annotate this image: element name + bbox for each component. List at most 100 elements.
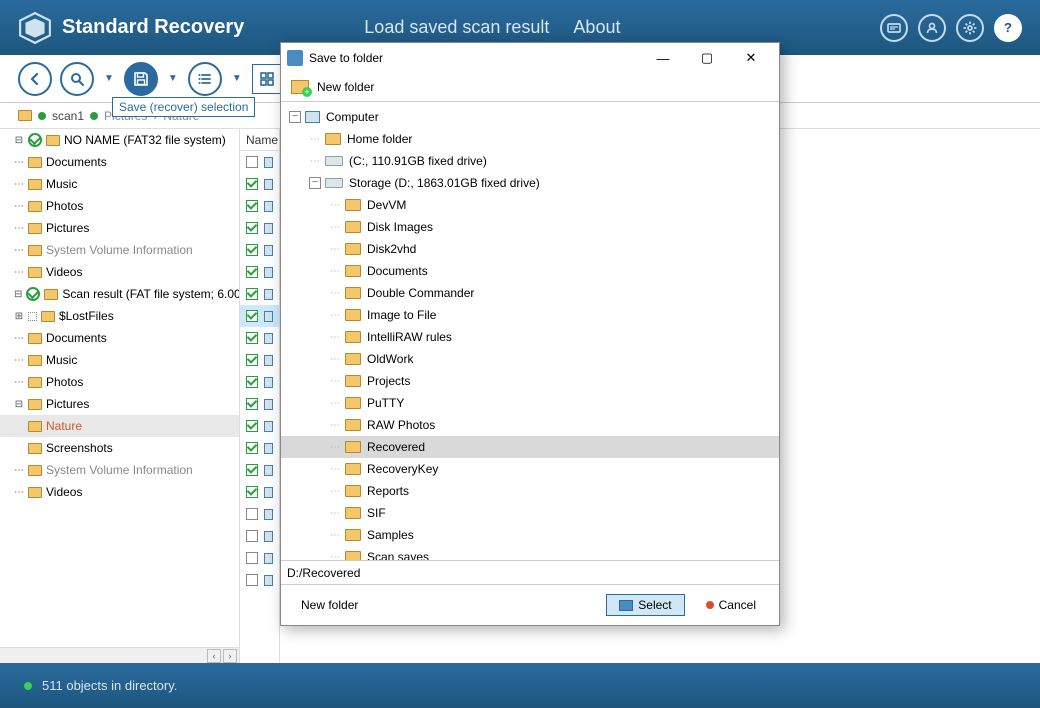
tree-node[interactable]: ⋯Photos <box>0 371 239 393</box>
list-dropdown[interactable]: ▼ <box>230 67 244 90</box>
tree-node[interactable]: ⋯Music <box>0 173 239 195</box>
save-dropdown[interactable]: ▼ <box>166 67 180 90</box>
name-column-header[interactable]: Name <box>240 129 279 151</box>
file-row[interactable] <box>240 305 279 327</box>
tree-node[interactable]: ⋯Documents <box>0 151 239 173</box>
checkbox[interactable] <box>246 574 258 586</box>
checkbox[interactable] <box>246 222 258 234</box>
tree-node[interactable]: ⋯Videos <box>0 481 239 503</box>
file-row[interactable] <box>240 393 279 415</box>
checkbox[interactable] <box>246 310 258 322</box>
tree-node[interactable]: ⋯Documents <box>0 327 239 349</box>
tree-node[interactable]: ⊞$LostFiles <box>0 305 239 327</box>
checkbox[interactable] <box>246 464 258 476</box>
tree-node[interactable]: ⋯Pictures <box>0 217 239 239</box>
checkbox[interactable] <box>246 508 258 520</box>
horizontal-scrollbar[interactable]: ‹› <box>0 647 239 663</box>
checkbox[interactable] <box>246 552 258 564</box>
menu-load-saved[interactable]: Load saved scan result <box>364 17 549 38</box>
file-row[interactable] <box>240 283 279 305</box>
browser-node[interactable]: ⋯Samples <box>281 524 779 546</box>
browser-node[interactable]: ⋯OldWork <box>281 348 779 370</box>
menu-about[interactable]: About <box>573 17 620 38</box>
new-folder-button-footer[interactable]: New folder <box>301 598 358 612</box>
file-row[interactable] <box>240 459 279 481</box>
minimize-button[interactable]: — <box>641 44 685 72</box>
tree-node[interactable]: ⊟Scan result (FAT file system; 6.00 GB i… <box>0 283 239 305</box>
tree-node[interactable]: ⋯Music <box>0 349 239 371</box>
file-row[interactable] <box>240 195 279 217</box>
user-icon[interactable] <box>918 14 946 42</box>
checkbox[interactable] <box>246 530 258 542</box>
checkbox[interactable] <box>246 442 258 454</box>
browser-node[interactable]: ⋯IntelliRAW rules <box>281 326 779 348</box>
search-dropdown[interactable]: ▼ <box>102 67 116 90</box>
checkbox[interactable] <box>246 486 258 498</box>
checkbox[interactable] <box>246 266 258 278</box>
file-row[interactable] <box>240 415 279 437</box>
file-row[interactable] <box>240 547 279 569</box>
file-row[interactable] <box>240 349 279 371</box>
grid-view-button[interactable] <box>252 64 282 94</box>
browser-node[interactable]: ⋯Scan saves <box>281 546 779 561</box>
file-row[interactable] <box>240 327 279 349</box>
settings-icon[interactable] <box>956 14 984 42</box>
checkbox[interactable] <box>246 354 258 366</box>
maximize-button[interactable]: ▢ <box>685 44 729 72</box>
browser-node[interactable]: ⋯RAW Photos <box>281 414 779 436</box>
browser-node[interactable]: −Storage (D:, 1863.01GB fixed drive) <box>281 172 779 194</box>
license-icon[interactable] <box>880 14 908 42</box>
file-row[interactable] <box>240 525 279 547</box>
browser-node[interactable]: ⋯DevVM <box>281 194 779 216</box>
file-row[interactable] <box>240 173 279 195</box>
tree-node[interactable]: ⋯Videos <box>0 261 239 283</box>
new-folder-button[interactable]: New folder <box>317 80 374 94</box>
breadcrumb-seg1[interactable]: scan1 <box>52 109 84 123</box>
browser-node[interactable]: ⋯Double Commander <box>281 282 779 304</box>
tree-node[interactable]: Nature <box>0 415 239 437</box>
file-row[interactable] <box>240 217 279 239</box>
search-button[interactable] <box>60 62 94 96</box>
browser-node[interactable]: ⋯SIF <box>281 502 779 524</box>
help-icon[interactable]: ? <box>994 14 1022 42</box>
close-button[interactable]: ✕ <box>729 44 773 72</box>
checkbox[interactable] <box>246 156 258 168</box>
checkbox[interactable] <box>246 398 258 410</box>
browser-node[interactable]: ⋯Reports <box>281 480 779 502</box>
browser-node[interactable]: ⋯(C:, 110.91GB fixed drive) <box>281 150 779 172</box>
browser-node[interactable]: −Computer <box>281 106 779 128</box>
dialog-titlebar[interactable]: Save to folder — ▢ ✕ <box>281 43 779 73</box>
file-row[interactable] <box>240 569 279 591</box>
file-row[interactable] <box>240 151 279 173</box>
browser-node[interactable]: ⋯Disk2vhd <box>281 238 779 260</box>
browser-node[interactable]: ⋯PuTTY <box>281 392 779 414</box>
checkbox[interactable] <box>246 376 258 388</box>
browser-node[interactable]: ⋯Home folder <box>281 128 779 150</box>
checkbox[interactable] <box>246 332 258 344</box>
file-row[interactable] <box>240 239 279 261</box>
browser-node[interactable]: ⋯Documents <box>281 260 779 282</box>
file-row[interactable] <box>240 437 279 459</box>
tree-node[interactable]: Screenshots <box>0 437 239 459</box>
browser-node[interactable]: ⋯Image to File <box>281 304 779 326</box>
back-button[interactable] <box>18 62 52 96</box>
browser-node[interactable]: ⋯RecoveryKey <box>281 458 779 480</box>
browser-node[interactable]: ⋯Disk Images <box>281 216 779 238</box>
checkbox[interactable] <box>246 244 258 256</box>
browser-node[interactable]: ⋯Recovered <box>281 436 779 458</box>
checkbox[interactable] <box>246 288 258 300</box>
checkbox[interactable] <box>246 178 258 190</box>
tree-node[interactable]: ⋯System Volume Information <box>0 459 239 481</box>
file-row[interactable] <box>240 371 279 393</box>
list-view-button[interactable] <box>188 62 222 96</box>
save-button[interactable] <box>124 62 158 96</box>
tree-node[interactable]: ⊟NO NAME (FAT32 file system) <box>0 129 239 151</box>
tree-node[interactable]: ⋯System Volume Information <box>0 239 239 261</box>
file-row[interactable] <box>240 261 279 283</box>
cancel-button[interactable]: Cancel <box>693 594 769 616</box>
browser-node[interactable]: ⋯Projects <box>281 370 779 392</box>
file-row[interactable] <box>240 481 279 503</box>
tree-node[interactable]: ⊟Pictures <box>0 393 239 415</box>
checkbox[interactable] <box>246 420 258 432</box>
tree-node[interactable]: ⋯Photos <box>0 195 239 217</box>
